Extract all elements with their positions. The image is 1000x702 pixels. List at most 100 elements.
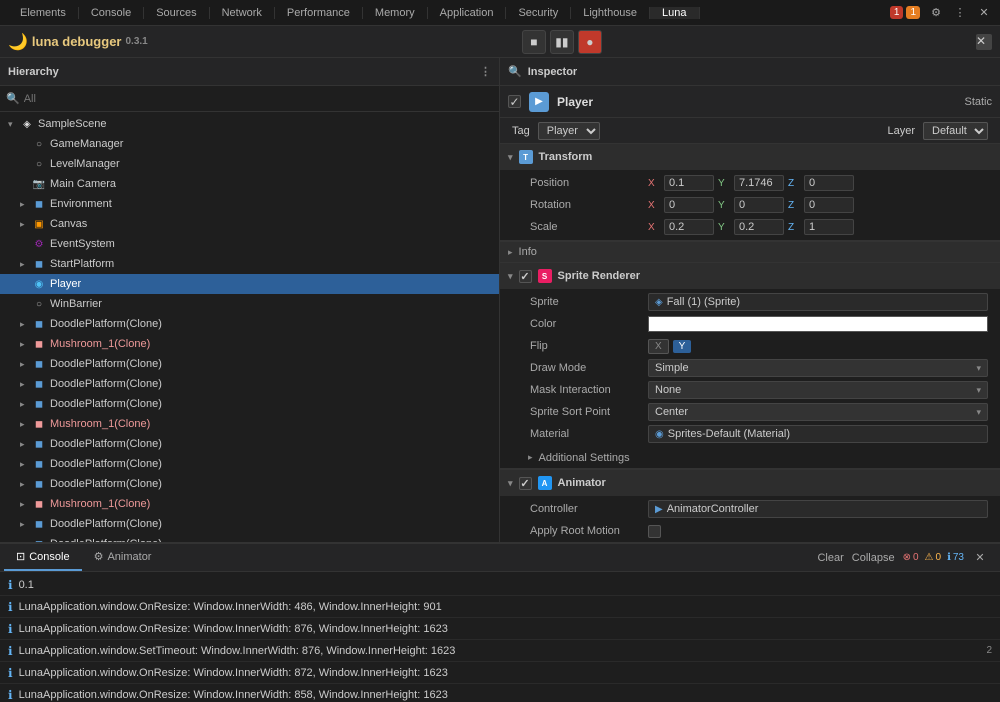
tree-item-mushroom2[interactable]: ▸ ◼ Mushroom_1(Clone) — [0, 414, 499, 434]
more-icon[interactable]: ⋮ — [952, 5, 968, 21]
tab-elements[interactable]: Elements — [8, 7, 79, 19]
scale-z[interactable]: 1 — [804, 219, 854, 235]
sprite-renderer-header[interactable]: ▾ ✓ S Sprite Renderer — [500, 263, 1000, 289]
scale-y[interactable]: 0.2 — [734, 219, 784, 235]
flip-x-btn[interactable]: X — [648, 339, 669, 354]
tree-arrow: ▸ — [20, 439, 30, 450]
tree-item-mushroom3[interactable]: ▸ ◼ Mushroom_1(Clone) — [0, 494, 499, 514]
scale-x[interactable]: 0.2 — [664, 219, 714, 235]
settings-icon[interactable]: ⚙ — [928, 5, 944, 21]
apply-root-checkbox[interactable] — [648, 525, 661, 538]
toolbar-pause-btn[interactable]: ▮▮ — [550, 30, 574, 54]
rotation-y[interactable]: 0 — [734, 197, 784, 213]
tree-item-levelmanager[interactable]: ○ LevelManager — [0, 154, 499, 174]
tree-item-doodle3[interactable]: ▸ ◼ DoodlePlatform(Clone) — [0, 374, 499, 394]
toolbar-stop-btn[interactable]: ■ — [522, 30, 546, 54]
material-value[interactable]: ◉ Sprites-Default (Material) — [648, 425, 988, 443]
tree-item-doodle4[interactable]: ▸ ◼ DoodlePlatform(Clone) — [0, 394, 499, 414]
tab-sources[interactable]: Sources — [144, 7, 209, 19]
flip-y-btn[interactable]: Y — [673, 340, 692, 353]
console-info-icon: ℹ — [8, 600, 13, 614]
draw-mode-dropdown[interactable]: Simple ▾ — [648, 359, 988, 377]
tab-console[interactable]: Console — [79, 7, 144, 19]
circle-icon: ○ — [32, 297, 46, 311]
console-row-2[interactable]: ℹ LunaApplication.window.OnResize: Windo… — [0, 618, 1000, 640]
tab-luna[interactable]: Luna — [650, 7, 699, 19]
doodle-icon: ◼ — [32, 317, 46, 331]
close-icon[interactable]: ✕ — [976, 5, 992, 21]
tree-item-samplescene[interactable]: ▾ ◈ SampleScene — [0, 114, 499, 134]
tab-security[interactable]: Security — [506, 7, 571, 19]
rotation-x[interactable]: 0 — [664, 197, 714, 213]
tree-item-mushroom1[interactable]: ▸ ◼ Mushroom_1(Clone) — [0, 334, 499, 354]
bottom-panel-close[interactable]: ✕ — [972, 550, 988, 566]
sr-arrow: ▾ — [508, 271, 513, 282]
clear-button[interactable]: Clear — [817, 552, 843, 564]
tree-item-winbarrier[interactable]: ○ WinBarrier — [0, 294, 499, 314]
controller-value[interactable]: ▶ AnimatorController — [648, 500, 988, 518]
position-z[interactable]: 0 — [804, 175, 854, 191]
transform-header[interactable]: ▾ T Transform — [500, 144, 1000, 170]
console-row-4[interactable]: ℹ LunaApplication.window.OnResize: Windo… — [0, 662, 1000, 684]
object-active-checkbox[interactable]: ✓ — [508, 95, 521, 108]
tree-item-maincamera[interactable]: 📷 Main Camera — [0, 174, 499, 194]
console-row-3[interactable]: ℹ LunaApplication.window.SetTimeout: Win… — [0, 640, 1000, 662]
tab-lighthouse[interactable]: Lighthouse — [571, 7, 650, 19]
color-preview[interactable] — [648, 316, 988, 332]
tree-item-environment[interactable]: ▸ ◼ Environment — [0, 194, 499, 214]
tab-application[interactable]: Application — [428, 7, 507, 19]
position-y[interactable]: 7.1746 — [734, 175, 784, 191]
hierarchy-title: Hierarchy — [8, 66, 59, 78]
console-text-5: LunaApplication.window.OnResize: Window.… — [19, 689, 448, 701]
cube-icon: ◼ — [32, 257, 46, 271]
animator-enabled-checkbox[interactable]: ✓ — [519, 477, 532, 490]
tree-item-startplatform[interactable]: ▸ ◼ StartPlatform — [0, 254, 499, 274]
tree-item-gamemanager[interactable]: ○ GameManager — [0, 134, 499, 154]
tab-network[interactable]: Network — [210, 7, 275, 19]
tree-item-doodle1[interactable]: ▸ ◼ DoodlePlatform(Clone) — [0, 314, 499, 334]
rotation-z[interactable]: 0 — [804, 197, 854, 213]
position-x[interactable]: 0.1 — [664, 175, 714, 191]
tree-item-doodle6[interactable]: ▸ ◼ DoodlePlatform(Clone) — [0, 454, 499, 474]
tree-item-doodle8[interactable]: ▸ ◼ DoodlePlatform(Clone) — [0, 514, 499, 534]
inspector-body: ✓ ▶ Player Static Tag Player Layer Defau… — [500, 86, 1000, 542]
toolbar-record-btn[interactable]: ● — [578, 30, 602, 54]
sr-enabled-checkbox[interactable]: ✓ — [519, 270, 532, 283]
tree-item-doodle7[interactable]: ▸ ◼ DoodlePlatform(Clone) — [0, 474, 499, 494]
mask-interaction-dropdown[interactable]: None ▾ — [648, 381, 988, 399]
tree-item-doodle2[interactable]: ▸ ◼ DoodlePlatform(Clone) — [0, 354, 499, 374]
console-row-1[interactable]: ℹ LunaApplication.window.OnResize: Windo… — [0, 596, 1000, 618]
console-row-0[interactable]: ℹ 0.1 — [0, 574, 1000, 596]
tree-item-eventsystem[interactable]: ⚙ EventSystem — [0, 234, 499, 254]
info-row[interactable]: ▸ Info — [500, 241, 1000, 263]
hierarchy-options-icon[interactable]: ⋮ — [480, 65, 491, 78]
hierarchy-tree: ▾ ◈ SampleScene ○ GameManager ○ LevelMan… — [0, 112, 499, 542]
console-info-icon: ℹ — [8, 622, 13, 636]
system-icon: ⚙ — [32, 237, 46, 251]
animator-body: Controller ▶ AnimatorController Apply Ro… — [500, 496, 1000, 542]
sprite-value[interactable]: ◈ Fall (1) (Sprite) — [648, 293, 988, 311]
material-file-icon: ◉ — [655, 429, 664, 440]
luna-logo: 🌙 luna debugger 0.3.1 — [8, 32, 148, 52]
tree-item-player[interactable]: ◉ Player — [0, 274, 499, 294]
console-row-5[interactable]: ℹ LunaApplication.window.OnResize: Windo… — [0, 684, 1000, 702]
toolbar-close-btn[interactable]: ✕ — [976, 34, 992, 50]
collapse-button[interactable]: Collapse — [852, 552, 895, 564]
flip-row: Flip X Y — [500, 335, 1000, 357]
tree-item-doodle9[interactable]: ▸ ◼ DoodlePlatform(Clone) — [0, 534, 499, 542]
hierarchy-search-input[interactable] — [24, 93, 493, 105]
animator-header[interactable]: ▾ ✓ A Animator — [500, 470, 1000, 496]
controller-label: Controller — [530, 503, 640, 515]
tab-console[interactable]: ⊡ Console — [4, 544, 82, 571]
tab-animator[interactable]: ⚙ Animator — [82, 544, 164, 571]
tree-item-canvas[interactable]: ▸ ▣ Canvas — [0, 214, 499, 234]
additional-settings-row[interactable]: ▸ Additional Settings — [500, 447, 1000, 469]
tab-memory[interactable]: Memory — [363, 7, 428, 19]
tab-performance[interactable]: Performance — [275, 7, 363, 19]
sprite-sort-dropdown[interactable]: Center ▾ — [648, 403, 988, 421]
tag-select[interactable]: Player — [538, 122, 600, 140]
layer-select[interactable]: Default — [923, 122, 988, 140]
bottom-tab-bar: ⊡ Console ⚙ Animator Clear Collapse ⊗ 0 … — [0, 544, 1000, 572]
sprite-label: Sprite — [530, 296, 640, 308]
tree-item-doodle5[interactable]: ▸ ◼ DoodlePlatform(Clone) — [0, 434, 499, 454]
